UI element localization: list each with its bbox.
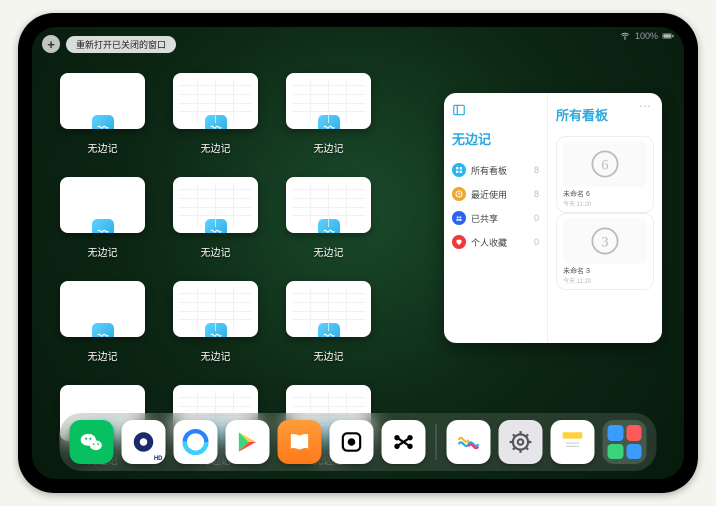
thumbnail-label: 无边记 (201, 348, 231, 363)
folder-mini-app (626, 425, 642, 441)
sidebar-item-label: 个人收藏 (471, 236, 507, 249)
thumbnail-label: 无边记 (314, 140, 344, 155)
folder-mini-app (608, 425, 624, 441)
sidebar-item-clock[interactable]: 最近使用 8 (452, 182, 539, 206)
window-thumbnail[interactable]: 无边记 (286, 73, 371, 155)
dock-app-dots[interactable] (382, 420, 426, 464)
window-thumbnail[interactable]: 无边记 (173, 177, 258, 259)
dock-app-qqbrowser[interactable] (174, 420, 218, 464)
svg-text:3: 3 (601, 234, 608, 250)
window-thumbnail[interactable]: 无边记 (60, 73, 145, 155)
freeform-app-icon (92, 219, 114, 233)
dock-separator (436, 424, 437, 460)
thumbnail-preview (286, 177, 371, 233)
board-title: 未命名 3 (563, 266, 647, 276)
board-card[interactable]: 3 未命名 3 今天 11:20 (556, 213, 654, 290)
heart-icon (452, 235, 466, 249)
board-card[interactable]: 6 未命名 6 今天 11:20 (556, 136, 654, 213)
thumbnail-preview (173, 281, 258, 337)
thumbnail-preview (286, 281, 371, 337)
ipad-screen: 100% + 重新打开已关闭的窗口 无边记 无边记 无边记 (32, 27, 684, 479)
sidebar-item-label: 所有看板 (471, 164, 507, 177)
panel-left-title: 无边记 (452, 129, 539, 148)
board-sketch: 6 (563, 141, 647, 187)
thumbnail-label: 无边记 (314, 244, 344, 259)
thumbnail-label: 无边记 (201, 244, 231, 259)
dock-app-freeform[interactable] (447, 420, 491, 464)
thumbnail-label: 无边记 (201, 140, 231, 155)
freeform-app-icon (205, 115, 227, 129)
grid-icon (452, 163, 466, 177)
board-time: 今天 11:20 (563, 276, 647, 285)
window-thumbnail[interactable]: 无边记 (173, 73, 258, 155)
thumbnail-preview (173, 177, 258, 233)
freeform-app-icon (318, 323, 340, 337)
thumbnail-preview (173, 73, 258, 129)
sidebar-item-count: 0 (534, 213, 539, 223)
panel-more-icon[interactable]: ⋯ (639, 99, 652, 113)
sidebar-item-count: 0 (534, 237, 539, 247)
ipad-device: 100% + 重新打开已关闭的窗口 无边记 无边记 无边记 (18, 13, 698, 493)
sidebar-item-heart[interactable]: 个人收藏 0 (452, 230, 539, 254)
panel-sidebar: 无边记 所有看板 8 最近使用 8 已共享 0 个人收藏 0 (444, 93, 548, 343)
sidebar-toggle-icon[interactable] (452, 103, 466, 117)
new-window-button[interactable]: + (42, 35, 60, 53)
dock-app-notes[interactable] (551, 420, 595, 464)
battery-icon (662, 31, 674, 41)
freeform-app-icon (318, 219, 340, 233)
dock-app-wechat[interactable] (70, 420, 114, 464)
dock-app-books[interactable] (278, 420, 322, 464)
freeform-app-icon (318, 115, 340, 129)
window-thumbnail[interactable]: 无边记 (60, 177, 145, 259)
panel-main: 所有看板 6 未命名 6 今天 11:20 3 未命名 3 今天 11:20 (548, 93, 662, 343)
sidebar-item-count: 8 (534, 165, 539, 175)
dock-folder[interactable] (603, 420, 647, 464)
sidebar-item-label: 最近使用 (471, 188, 507, 201)
top-left-controls: + 重新打开已关闭的窗口 (42, 35, 176, 53)
battery-pct: 100% (635, 31, 658, 41)
board-title: 未命名 6 (563, 189, 647, 199)
freeform-app-icon (205, 219, 227, 233)
freeform-app-icon (92, 115, 114, 129)
thumbnail-preview (60, 281, 145, 337)
freeform-app-icon (92, 323, 114, 337)
sidebar-item-share[interactable]: 已共享 0 (452, 206, 539, 230)
window-thumbnail[interactable]: 无边记 (173, 281, 258, 363)
sidebar-item-grid[interactable]: 所有看板 8 (452, 158, 539, 182)
sidebar-item-label: 已共享 (471, 212, 498, 225)
dock-app-dice[interactable] (330, 420, 374, 464)
dock-app-quark[interactable]: HD (122, 420, 166, 464)
thumbnail-preview (60, 73, 145, 129)
svg-text:6: 6 (601, 157, 608, 173)
clock-icon (452, 187, 466, 201)
freeform-expanded-window[interactable]: ⋯ 无边记 所有看板 8 最近使用 8 已共享 0 个人收藏 0 所有看板 6 … (444, 93, 662, 343)
thumbnail-preview (60, 177, 145, 233)
thumbnail-preview (286, 73, 371, 129)
window-thumbnail[interactable]: 无边记 (60, 281, 145, 363)
thumbnail-label: 无边记 (88, 244, 118, 259)
folder-mini-app (608, 444, 624, 460)
reopen-closed-window-button[interactable]: 重新打开已关闭的窗口 (66, 36, 176, 53)
thumbnail-label: 无边记 (88, 140, 118, 155)
sidebar-item-count: 8 (534, 189, 539, 199)
status-bar: 100% (619, 31, 674, 41)
folder-mini-app (626, 444, 642, 460)
window-thumbnail[interactable]: 无边记 (286, 177, 371, 259)
window-thumbnail[interactable]: 无边记 (286, 281, 371, 363)
share-icon (452, 211, 466, 225)
wifi-icon (619, 31, 631, 41)
thumbnail-label: 无边记 (314, 348, 344, 363)
window-thumbnail-grid: 无边记 无边记 无边记 无边记 无边记 (60, 73, 420, 467)
freeform-app-icon (205, 323, 227, 337)
board-sketch: 3 (563, 218, 647, 264)
dock-app-settings[interactable] (499, 420, 543, 464)
dock-app-play[interactable] (226, 420, 270, 464)
dock: HD (60, 413, 657, 471)
board-time: 今天 11:20 (563, 199, 647, 208)
thumbnail-label: 无边记 (88, 348, 118, 363)
